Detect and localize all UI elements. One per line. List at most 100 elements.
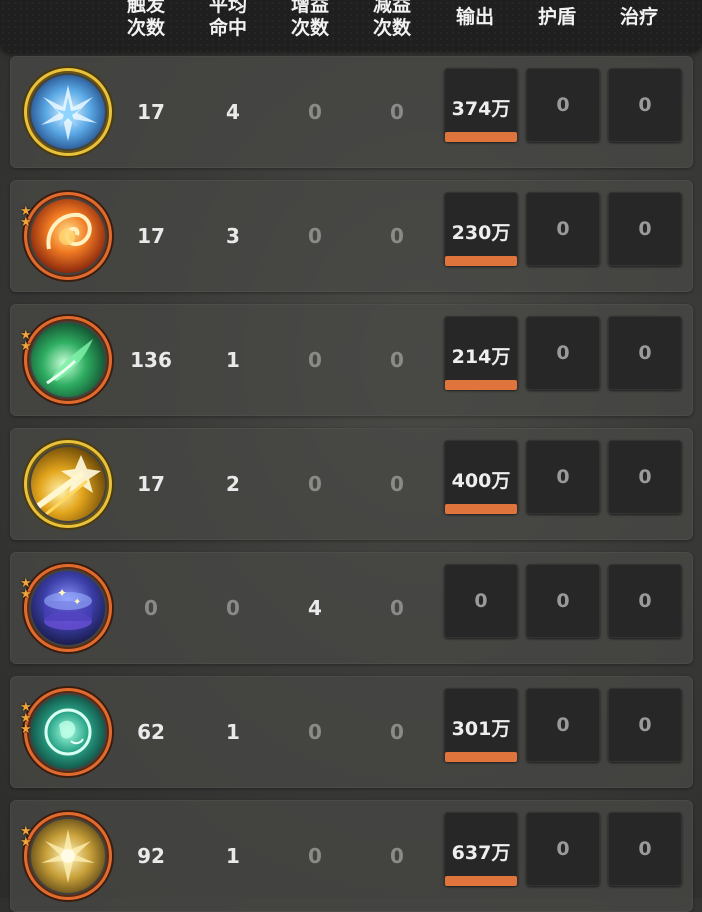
trigger-count: 136 (130, 348, 172, 372)
shield-value: 0 (556, 94, 570, 116)
shield-value-box[interactable]: 0 (526, 812, 600, 886)
header-shield: 护盾 (537, 6, 576, 28)
buff-count: 0 (308, 720, 322, 744)
output-bar-fill (445, 132, 517, 142)
output-value: 214万 (451, 346, 511, 368)
output-value-box[interactable]: 301万 (444, 688, 518, 762)
avatar-ring (24, 688, 112, 776)
shield-value-box[interactable]: 0 (526, 688, 600, 762)
rank-stars: ★ ★ (20, 205, 34, 229)
rank-stars: ★ ★ (20, 577, 34, 602)
skill-avatar[interactable]: ★ ★ ★ (20, 688, 112, 776)
header-heal: 治疗 (619, 6, 658, 28)
skill-avatar[interactable]: ★ ★ (20, 812, 112, 900)
heal-value: 0 (638, 218, 652, 240)
trigger-count: 17 (137, 472, 165, 496)
average-hit: 1 (226, 720, 240, 744)
output-value: 637万 (451, 842, 511, 864)
debuff-count: 0 (390, 348, 404, 372)
table-header: 触发 次数 平均 命中 增益 次数 减益 次数 输出 护盾 治疗 (0, 0, 702, 52)
avatar-ring (24, 440, 112, 528)
shield-value-box[interactable]: 0 (526, 440, 600, 514)
heal-value: 0 (638, 342, 652, 364)
debuff-count: 0 (390, 596, 404, 620)
heal-value: 0 (638, 466, 652, 488)
header-buff-count: 增益 次数 (290, 0, 329, 39)
skill-avatar[interactable]: ★ ★ (20, 192, 112, 280)
output-bar-track (445, 380, 517, 390)
debuff-count: 0 (390, 472, 404, 496)
rank-stars: ★ ★ (20, 825, 34, 850)
heal-value-box[interactable]: 0 (608, 68, 682, 142)
table-row[interactable]: ✦ ✦ ★ ★ 0 0 4 0 0 0 0 (10, 552, 693, 664)
table-row[interactable]: ★ ★ ★ 62 1 0 0 301万 0 0 (10, 676, 693, 788)
rank-stars: ★ ★ ★ (20, 701, 34, 737)
shield-value-box[interactable]: 0 (526, 316, 600, 390)
output-value-box[interactable]: 400万 (444, 440, 518, 514)
star-icon: ★ (20, 722, 32, 737)
buff-count: 0 (308, 844, 322, 868)
output-value-box[interactable]: 0 (444, 564, 518, 638)
trigger-count: 0 (144, 596, 158, 620)
star-icon: ★ (20, 835, 32, 850)
skill-avatar[interactable]: ★ ★ (20, 316, 112, 404)
trigger-count: 92 (137, 844, 165, 868)
table-row[interactable]: 17 2 0 0 400万 0 0 (10, 428, 693, 540)
output-value-box[interactable]: 374万 (444, 68, 518, 142)
shield-value: 0 (556, 342, 570, 364)
output-bar-track (445, 256, 517, 266)
heal-value-box[interactable]: 0 (608, 316, 682, 390)
header-average-hit: 平均 命中 (208, 0, 247, 39)
debuff-count: 0 (390, 100, 404, 124)
table-row[interactable]: ★ ★ 17 3 0 0 230万 0 0 (10, 180, 693, 292)
header-debuff-count: 减益 次数 (372, 0, 411, 39)
output-value: 230万 (451, 222, 511, 244)
heal-value: 0 (638, 590, 652, 612)
avatar-ring (24, 316, 112, 404)
output-bar-fill (445, 752, 517, 762)
average-hit: 1 (226, 844, 240, 868)
average-hit: 3 (226, 224, 240, 248)
output-value-box[interactable]: 230万 (444, 192, 518, 266)
shield-value-box[interactable]: 0 (526, 68, 600, 142)
avatar-ring (24, 564, 112, 652)
heal-value-box[interactable]: 0 (608, 440, 682, 514)
shield-value: 0 (556, 218, 570, 240)
output-value: 400万 (451, 470, 511, 492)
output-bar-fill (445, 380, 517, 390)
shield-value-box[interactable]: 0 (526, 192, 600, 266)
debuff-count: 0 (390, 224, 404, 248)
header-trigger-count: 触发 次数 (126, 0, 165, 39)
header-output: 输出 (455, 6, 494, 28)
output-bar-track (445, 752, 517, 762)
shield-value-box[interactable]: 0 (526, 564, 600, 638)
table-row[interactable]: ★ ★ 136 1 0 0 214万 0 0 (10, 304, 693, 416)
skill-avatar[interactable] (24, 440, 112, 528)
table-row[interactable]: ★ ★ 92 1 0 0 637万 0 0 (10, 800, 693, 912)
heal-value-box[interactable]: 0 (608, 812, 682, 886)
heal-value-box[interactable]: 0 (608, 688, 682, 762)
buff-count: 4 (308, 596, 322, 620)
star-icon: ★ (20, 587, 32, 602)
avatar-ring (24, 192, 112, 280)
heal-value: 0 (638, 714, 652, 736)
debuff-count: 0 (390, 844, 404, 868)
output-bar-fill (445, 876, 517, 886)
heal-value-box[interactable]: 0 (608, 564, 682, 638)
skill-avatar[interactable] (24, 68, 112, 156)
shield-value: 0 (556, 590, 570, 612)
heal-value-box[interactable]: 0 (608, 192, 682, 266)
star-icon: ★ (20, 339, 32, 354)
trigger-count: 17 (137, 100, 165, 124)
skill-avatar[interactable]: ✦ ✦ ★ ★ (20, 564, 112, 652)
buff-count: 0 (308, 472, 322, 496)
average-hit: 4 (226, 100, 240, 124)
output-bar-track (445, 504, 517, 514)
debuff-count: 0 (390, 720, 404, 744)
table-row[interactable]: 17 4 0 0 374万 0 0 (10, 56, 693, 168)
average-hit: 2 (226, 472, 240, 496)
output-value-box[interactable]: 214万 (444, 316, 518, 390)
output-value-box[interactable]: 637万 (444, 812, 518, 886)
avatar-ring (24, 812, 112, 900)
average-hit: 0 (226, 596, 240, 620)
